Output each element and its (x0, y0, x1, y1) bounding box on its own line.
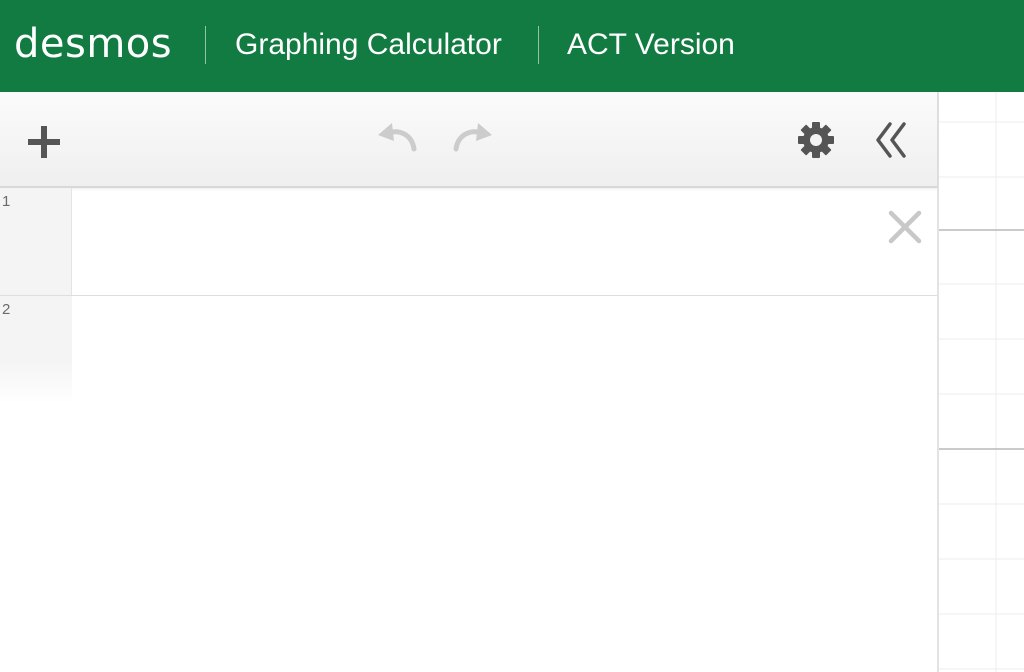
expression-input[interactable] (74, 296, 874, 404)
expression-list: 1 2 (0, 188, 937, 404)
undo-button[interactable] (370, 116, 424, 162)
expression-number: 1 (2, 193, 11, 210)
expression-number: 2 (2, 301, 11, 318)
expression-gutter[interactable]: 1 (0, 188, 72, 295)
app-title: Graphing Calculator (235, 28, 502, 61)
settings-button[interactable] (792, 116, 840, 164)
version-label: ACT Version (567, 28, 735, 61)
expression-row[interactable]: 1 (0, 188, 937, 296)
close-icon (888, 210, 922, 244)
graph-canvas[interactable] (939, 92, 1024, 672)
expression-toolbar (0, 92, 937, 188)
double-chevron-left-icon (876, 122, 906, 158)
expression-gutter[interactable]: 2 (0, 296, 72, 404)
desmos-logo[interactable]: desmos (14, 20, 172, 68)
expression-input[interactable] (74, 188, 874, 295)
add-item-button[interactable] (20, 118, 68, 166)
graph-grid (939, 92, 1024, 672)
undo-icon (378, 123, 417, 152)
delete-expression-button[interactable] (882, 204, 928, 250)
expression-row[interactable]: 2 (0, 296, 937, 404)
redo-icon (453, 123, 492, 152)
redo-button[interactable] (446, 116, 500, 162)
header-divider (538, 26, 539, 64)
header-divider (205, 26, 206, 64)
expression-panel: 1 2 (0, 92, 939, 672)
collapse-panel-button[interactable] (866, 114, 918, 166)
plus-icon (28, 126, 60, 158)
app-header: desmos Graphing Calculator ACT Version (0, 0, 1024, 92)
gear-icon (798, 122, 834, 158)
